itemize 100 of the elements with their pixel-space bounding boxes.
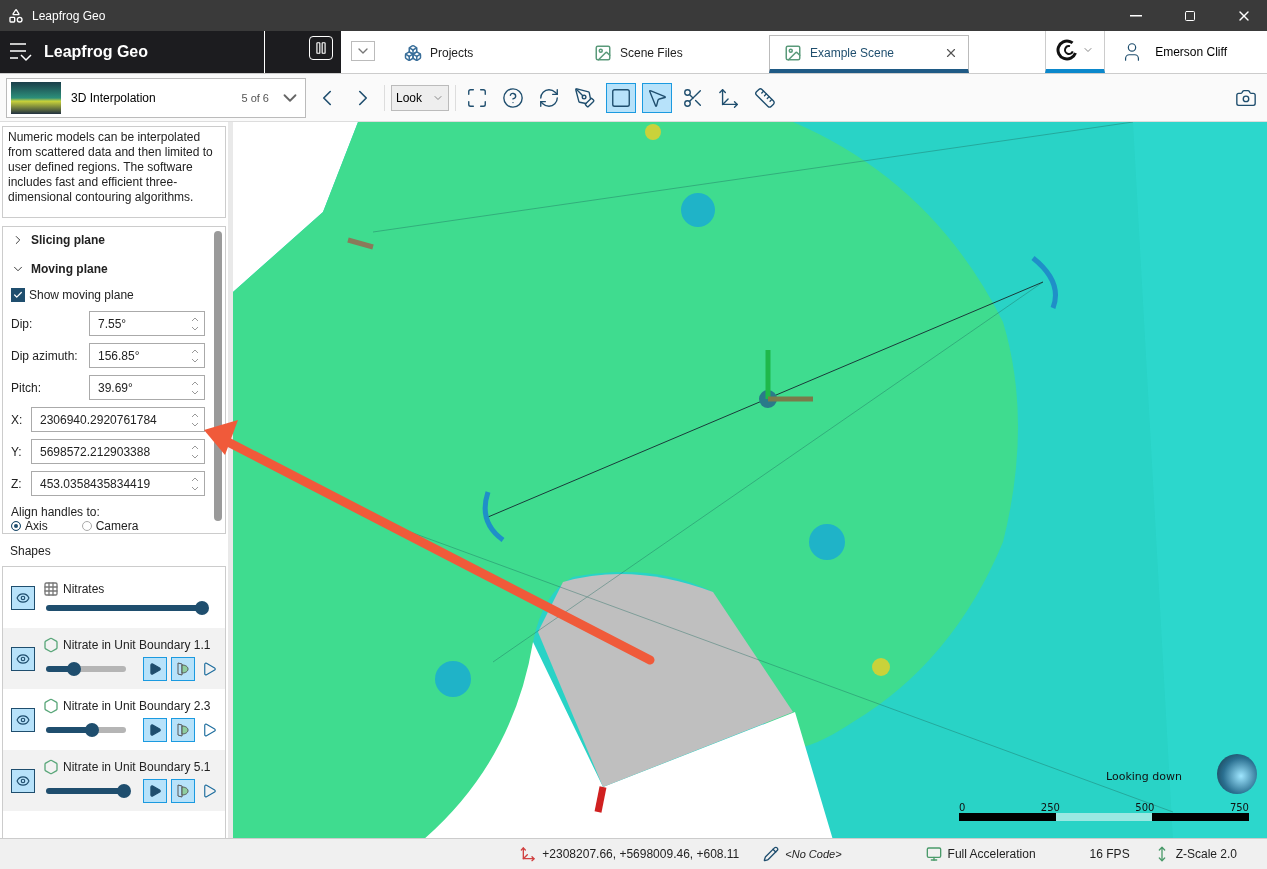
eye-icon bbox=[16, 651, 30, 666]
shape-name: Nitrate in Unit Boundary 2.3 bbox=[63, 698, 211, 713]
surface-sides-icon bbox=[175, 782, 191, 799]
ruler-icon bbox=[754, 86, 776, 109]
pause-icon bbox=[314, 41, 328, 55]
show-plane-checkbox[interactable]: Show moving plane bbox=[11, 286, 205, 304]
play-icon bbox=[148, 783, 162, 798]
tool-button[interactable] bbox=[642, 82, 672, 113]
spinner-arrows-icon[interactable] bbox=[190, 411, 200, 428]
3d-viewport[interactable]: Looking down 0 250 500 750 bbox=[233, 122, 1267, 838]
monitor-icon bbox=[925, 846, 942, 862]
surface-side-button[interactable] bbox=[171, 717, 195, 742]
visibility-button[interactable] bbox=[11, 707, 35, 732]
logo-dropdown-button[interactable] bbox=[1045, 31, 1106, 73]
app-logo-icon bbox=[8, 7, 24, 24]
shape-name: Nitrate in Unit Boundary 1.1 bbox=[63, 637, 211, 652]
pause-button[interactable] bbox=[309, 36, 333, 60]
field-label: X: bbox=[11, 412, 24, 427]
radio-option[interactable]: Camera bbox=[81, 519, 139, 533]
play-button[interactable] bbox=[143, 656, 167, 681]
field-label: Dip azimuth: bbox=[11, 348, 79, 363]
maximize-icon bbox=[1184, 9, 1196, 22]
checkbox-square[interactable] bbox=[11, 288, 25, 303]
number-field[interactable]: 2306940.2920761784 bbox=[31, 407, 205, 432]
field-label: Dip: bbox=[11, 316, 34, 331]
surface-sides-icon bbox=[175, 721, 191, 738]
play-icon bbox=[148, 722, 162, 737]
coordinates-text: +2308207.66, +5698009.46, +608.11 bbox=[542, 847, 740, 861]
number-field[interactable]: 453.0358435834419 bbox=[31, 471, 205, 496]
number-field[interactable]: 7.55° bbox=[89, 311, 205, 336]
shape-name: Nitrate in Unit Boundary 5.1 bbox=[63, 759, 211, 774]
spinner-arrows-icon[interactable] bbox=[190, 347, 200, 364]
menu-icon bbox=[9, 41, 35, 63]
field-label: Z: bbox=[11, 476, 23, 491]
spinner-arrows-icon[interactable] bbox=[190, 379, 200, 396]
triangle-icon bbox=[203, 722, 217, 737]
visibility-button[interactable] bbox=[11, 768, 35, 793]
pen-icon bbox=[574, 86, 596, 109]
axes-icon bbox=[520, 846, 537, 862]
visibility-button[interactable] bbox=[11, 646, 35, 671]
radio-circle[interactable] bbox=[81, 521, 92, 531]
spinner-arrows-icon[interactable] bbox=[190, 315, 200, 332]
section-header[interactable]: Moving plane bbox=[11, 259, 205, 280]
surface-side-button[interactable] bbox=[171, 778, 195, 803]
eye-icon bbox=[16, 773, 30, 788]
image-icon bbox=[784, 43, 802, 62]
play-button[interactable] bbox=[143, 778, 167, 803]
section-header[interactable]: Slicing plane bbox=[11, 230, 205, 250]
c-logo-icon bbox=[1056, 39, 1079, 61]
shape-name: Nitrates bbox=[63, 581, 105, 596]
field-label: Pitch: bbox=[11, 380, 42, 395]
field-label: Y: bbox=[11, 444, 23, 459]
scrollbar[interactable] bbox=[214, 231, 222, 521]
eye-icon bbox=[16, 712, 30, 727]
scale-label: 750 bbox=[1229, 802, 1249, 813]
play-icon bbox=[148, 661, 162, 676]
view-orientation-label: Looking down bbox=[1106, 770, 1182, 783]
rotate-icon bbox=[538, 86, 560, 109]
scene-thumbnail bbox=[11, 81, 61, 114]
triangle-icon bbox=[203, 661, 217, 676]
number-field[interactable]: 39.69° bbox=[89, 375, 205, 400]
scissors-icon bbox=[682, 86, 704, 109]
scale-label: 0 bbox=[959, 802, 966, 813]
app-brand: Leapfrog Geo bbox=[44, 43, 148, 61]
spinner-arrows-icon[interactable] bbox=[190, 443, 200, 460]
radio-option[interactable]: Axis bbox=[11, 519, 48, 533]
mesh-icon bbox=[43, 636, 59, 653]
spinner-arrows-icon[interactable] bbox=[190, 475, 200, 492]
cubes-icon bbox=[404, 43, 422, 62]
move-plane-icon bbox=[718, 86, 740, 109]
mesh-icon bbox=[43, 697, 59, 714]
scale-label: 250 bbox=[1040, 802, 1060, 813]
help-icon bbox=[502, 86, 524, 109]
tab[interactable]: Example Scene bbox=[769, 35, 969, 73]
checkmark-icon bbox=[13, 290, 23, 301]
tool-button[interactable] bbox=[606, 82, 636, 113]
number-field[interactable]: 156.85° bbox=[89, 343, 205, 368]
acceleration-text: Full Acceleration bbox=[947, 847, 1036, 861]
fps-text: 16 FPS bbox=[1089, 847, 1130, 861]
pencil-icon bbox=[763, 846, 780, 862]
scene-selector[interactable]: 3D Interpolation 5 of 6 bbox=[6, 77, 306, 118]
triangle-icon bbox=[203, 783, 217, 798]
table-icon bbox=[43, 580, 59, 597]
plane-icon bbox=[610, 86, 632, 109]
visibility-button[interactable] bbox=[11, 585, 35, 610]
z-scale-text: Z-Scale 2.0 bbox=[1175, 847, 1237, 861]
align-label: Align handles to: bbox=[11, 505, 101, 519]
play-button[interactable] bbox=[143, 717, 167, 742]
image-icon bbox=[594, 43, 612, 62]
code-text: <No Code> bbox=[785, 848, 842, 860]
eye-icon bbox=[16, 590, 30, 605]
surface-side-button[interactable] bbox=[171, 656, 195, 681]
radio-circle[interactable] bbox=[11, 521, 21, 531]
fit-view-icon bbox=[466, 86, 488, 109]
number-field[interactable]: 5698572.212903388 bbox=[31, 439, 205, 464]
view-mode-select[interactable]: Look bbox=[391, 84, 449, 111]
description-text: Numeric models can be interpolated from scattered data and then limited to user defined regions. The software includes fast and efficient three-dimensional contouring algorithms. bbox=[2, 126, 226, 218]
scale-label: 500 bbox=[1135, 802, 1155, 813]
surface-sides-icon bbox=[175, 660, 191, 677]
mesh-icon bbox=[43, 758, 59, 775]
